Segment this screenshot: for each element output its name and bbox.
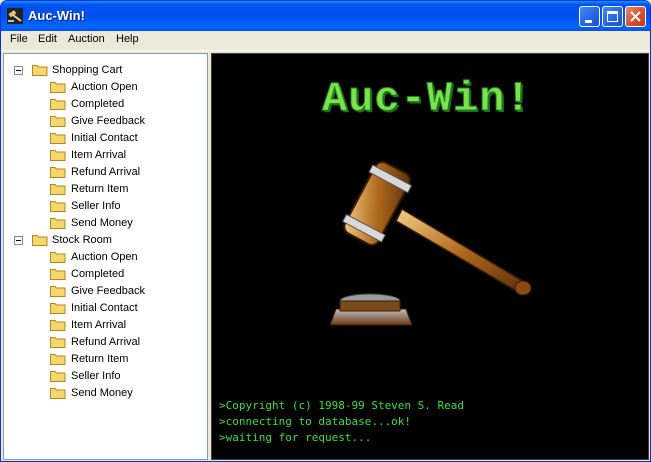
folder-open-icon xyxy=(32,235,48,246)
menu-help[interactable]: Help xyxy=(116,33,139,45)
folder-icon xyxy=(50,269,66,280)
tree-label: Seller Info xyxy=(71,200,121,212)
minimize-icon xyxy=(585,20,592,23)
tree-label: Seller Info xyxy=(71,370,121,382)
folder-open-icon xyxy=(32,65,48,76)
folder-icon xyxy=(50,82,66,93)
tree-label: Give Feedback xyxy=(71,115,145,127)
folder-icon xyxy=(50,218,66,229)
folder-icon xyxy=(50,184,66,195)
folder-icon xyxy=(50,303,66,314)
console-line: >waiting for request... xyxy=(219,431,372,444)
folder-icon xyxy=(50,99,66,110)
maximize-icon xyxy=(607,11,618,22)
menu-bar: File Edit Auction Help xyxy=(1,31,650,51)
tree-label: Refund Arrival xyxy=(71,336,141,348)
maximize-button[interactable] xyxy=(602,6,623,27)
folder-icon xyxy=(50,201,66,212)
minimize-button[interactable] xyxy=(579,6,600,27)
folder-icon xyxy=(50,133,66,144)
tree-label: Item Arrival xyxy=(71,149,127,161)
tree-label: Initial Contact xyxy=(71,302,138,314)
gavel-illustration xyxy=(330,161,532,326)
folder-icon xyxy=(50,252,66,263)
folder-icon xyxy=(50,167,66,178)
console-line: >Copyright (c) 1998-99 Steven S. Read xyxy=(219,399,465,412)
tree-label: Completed xyxy=(71,98,125,110)
tree-label: Refund Arrival xyxy=(71,166,141,178)
tree-label: Item Arrival xyxy=(71,319,127,331)
tree-label: Shopping Cart xyxy=(52,64,123,76)
tree-label: Initial Contact xyxy=(71,132,138,144)
folder-icon xyxy=(50,337,66,348)
tree-label: Auction Open xyxy=(71,81,138,93)
console-line: >connecting to database...ok! xyxy=(219,415,412,428)
app-logo-text: Auc-Win! xyxy=(322,75,532,124)
collapse-toggle[interactable] xyxy=(14,66,23,75)
close-icon xyxy=(630,11,641,22)
menu-file[interactable]: File xyxy=(10,33,28,45)
tree-label: Stock Room xyxy=(52,234,112,246)
main-display: Auc-Win! >Copyright (c) 1998-99 Steven S… xyxy=(211,53,649,460)
folder-icon xyxy=(50,286,66,297)
title-bar[interactable]: Auc-Win! xyxy=(1,1,650,31)
folder-tree: Shopping Cart Auction Open Completed Giv… xyxy=(3,53,208,460)
collapse-toggle[interactable] xyxy=(14,236,23,245)
app-window: Auc-Win! File Edit Auction Help Shopping… xyxy=(0,0,651,462)
menu-auction[interactable]: Auction xyxy=(68,33,105,45)
tree-label: Send Money xyxy=(71,387,133,399)
tree-label: Give Feedback xyxy=(71,285,145,297)
close-button[interactable] xyxy=(625,6,646,27)
window-title: Auc-Win! xyxy=(28,8,85,23)
folder-icon xyxy=(50,320,66,331)
tree-label: Auction Open xyxy=(71,251,138,263)
folder-icon xyxy=(50,150,66,161)
folder-icon xyxy=(50,388,66,399)
tree-label: Return Item xyxy=(71,353,129,365)
sound-block xyxy=(330,293,413,326)
gavel-icon xyxy=(7,8,23,24)
folder-icon xyxy=(50,116,66,127)
tree-label: Send Money xyxy=(71,217,133,229)
folder-icon xyxy=(50,371,66,382)
tree-label: Completed xyxy=(71,268,125,280)
menu-edit[interactable]: Edit xyxy=(38,33,57,45)
folder-icon xyxy=(50,354,66,365)
tree-label: Return Item xyxy=(71,183,129,195)
